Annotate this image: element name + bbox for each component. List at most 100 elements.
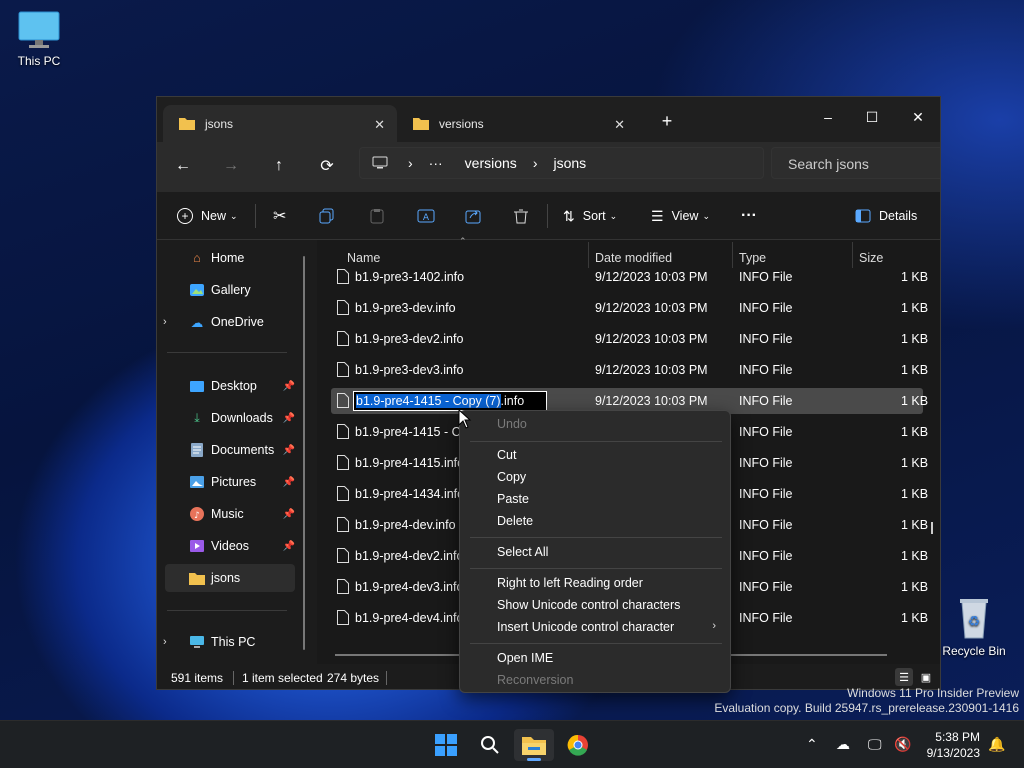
nav-item-documents[interactable]: Documents 📌 xyxy=(165,436,295,464)
menu-item-copy[interactable]: Copy xyxy=(497,470,526,484)
nav-item-jsons[interactable]: jsons xyxy=(165,564,295,592)
menu-item-show-unicode[interactable]: Show Unicode control characters xyxy=(497,598,680,612)
chevron-right-icon[interactable]: › xyxy=(163,316,167,328)
monitor-icon xyxy=(18,11,60,48)
onedrive-tray-icon[interactable]: ☁ xyxy=(836,736,850,753)
menu-item-insert-unicode[interactable]: Insert Unicode control character xyxy=(497,620,674,634)
rename-button[interactable]: A xyxy=(417,202,435,230)
toolbar-divider xyxy=(255,204,256,228)
tab-jsons[interactable]: jsons ✕ xyxy=(163,105,397,142)
nav-item-gallery[interactable]: Gallery xyxy=(165,276,295,304)
file-icon xyxy=(337,610,349,625)
file-size: 1 KB xyxy=(901,301,929,315)
status-divider xyxy=(233,671,234,685)
tiles-view-icon[interactable]: ▣ xyxy=(917,668,935,686)
breadcrumb-jsons[interactable]: jsons xyxy=(553,155,586,171)
taskbar: ⌃ ☁ 🖵 🔇 5:38 PM 9/13/2023 🔔 xyxy=(0,720,1024,768)
windows-logo-icon xyxy=(435,734,457,756)
close-tab-icon[interactable]: ✕ xyxy=(374,117,385,133)
file-size: 1 KB xyxy=(901,363,929,377)
address-bar[interactable]: › ··· versions › jsons xyxy=(359,147,764,179)
copy-button[interactable] xyxy=(319,202,335,230)
sort-button[interactable]: ⇅ Sort ⌄ xyxy=(563,202,617,230)
file-size: 1 KB xyxy=(901,518,929,532)
menu-item-reconversion[interactable]: Reconversion xyxy=(497,673,573,687)
file-type: INFO File xyxy=(739,487,793,501)
file-name: b1.9-pre4-1415 - Co xyxy=(355,425,468,439)
desktop-icon-recycle-bin[interactable]: ♻ Recycle Bin xyxy=(938,596,1010,658)
chevron-down-icon: ⌄ xyxy=(609,210,618,221)
nav-item-this-pc[interactable]: › This PC xyxy=(163,628,295,656)
minimize-button[interactable]: – xyxy=(805,103,851,131)
menu-item-undo[interactable]: Undo xyxy=(497,417,527,431)
menu-separator xyxy=(470,441,722,442)
file-size: 1 KB xyxy=(901,580,929,594)
rename-selection: b1.9-pre4-1415 - Copy (7) xyxy=(356,394,501,408)
notification-bell-icon[interactable]: 🔔 xyxy=(988,736,1005,753)
toolbar-divider xyxy=(547,204,548,228)
delete-button[interactable] xyxy=(513,202,529,230)
nav-scrollbar[interactable] xyxy=(303,256,305,650)
nav-item-pictures[interactable]: Pictures 📌 xyxy=(165,468,295,496)
more-options-button[interactable]: ··· xyxy=(741,202,757,230)
share-button[interactable] xyxy=(465,202,481,230)
breadcrumb-versions[interactable]: versions xyxy=(465,155,517,171)
volume-muted-icon[interactable]: 🔇 xyxy=(894,736,911,753)
menu-item-open-ime[interactable]: Open IME xyxy=(497,651,553,665)
rename-input[interactable]: b1.9-pre4-1415 - Copy (7).info xyxy=(353,391,547,411)
new-tab-button[interactable]: + xyxy=(644,107,690,135)
maximize-button[interactable]: ☐ xyxy=(849,103,895,131)
table-row[interactable]: b1.9-pre3-dev.info 9/12/2023 10:03 PM INFO… xyxy=(331,295,928,321)
new-button[interactable]: + New ⌄ xyxy=(177,202,238,230)
search-button[interactable] xyxy=(470,729,510,761)
view-button[interactable]: ☰ View ⌄ xyxy=(651,202,710,230)
clock[interactable]: 5:38 PM 9/13/2023 xyxy=(927,729,980,761)
file-date: 9/12/2023 10:03 PM xyxy=(595,270,708,284)
table-row[interactable]: b1.9-pre3-1402.info 9/12/2023 10:03 PM INF… xyxy=(331,264,928,290)
file-type: INFO File xyxy=(739,394,793,408)
this-pc-label: This PC xyxy=(17,54,61,68)
taskbar-chrome[interactable] xyxy=(558,729,598,761)
nav-item-downloads[interactable]: ⤓ Downloads 📌 xyxy=(165,404,295,432)
details-view-icon[interactable]: ☰ xyxy=(895,668,913,686)
cut-button[interactable]: ✂ xyxy=(273,202,286,230)
nav-item-onedrive[interactable]: › ☁ OneDrive xyxy=(163,308,295,336)
file-icon xyxy=(337,393,349,408)
menu-item-cut[interactable]: Cut xyxy=(497,448,516,462)
rename-extension: .info xyxy=(500,394,525,408)
tab-versions[interactable]: versions ✕ xyxy=(397,105,637,142)
file-name: b1.9-pre4-1415.info xyxy=(355,456,465,470)
file-type: INFO File xyxy=(739,363,793,377)
forward-button[interactable]: → xyxy=(215,152,247,180)
document-icon xyxy=(189,443,205,457)
network-icon[interactable]: 🖵 xyxy=(868,736,882,753)
menu-item-delete[interactable]: Delete xyxy=(497,514,533,528)
nav-item-home[interactable]: ⌂ Home xyxy=(165,244,295,272)
chevron-right-icon[interactable]: › xyxy=(163,636,167,648)
paste-button[interactable] xyxy=(369,202,385,230)
menu-item-select-all[interactable]: Select All xyxy=(497,545,548,559)
desktop-icon-this-pc[interactable]: This PC xyxy=(3,10,75,68)
taskbar-file-explorer[interactable] xyxy=(514,729,554,761)
refresh-button[interactable]: ⟳ xyxy=(311,152,343,180)
back-button[interactable]: ← xyxy=(167,152,199,180)
file-type: INFO File xyxy=(739,456,793,470)
close-window-button[interactable]: ✕ xyxy=(895,103,940,131)
chevron-up-icon[interactable]: ⌃ xyxy=(806,736,818,753)
file-icon xyxy=(337,517,349,532)
search-input[interactable]: Search jsons xyxy=(771,147,940,179)
breadcrumb-sep: › xyxy=(532,155,538,171)
details-button[interactable]: Details xyxy=(855,202,917,230)
breadcrumb-ellipsis[interactable]: ··· xyxy=(429,155,443,171)
table-row[interactable]: b1.9-pre3-dev2.info 9/12/2023 10:03 PM INF… xyxy=(331,326,928,352)
table-row[interactable]: b1.9-pre3-dev3.info 9/12/2023 10:03 PM INF… xyxy=(331,357,928,383)
up-button[interactable]: ↑ xyxy=(263,152,295,180)
nav-item-desktop[interactable]: Desktop 📌 xyxy=(165,372,295,400)
nav-item-music[interactable]: ♪ Music 📌 xyxy=(165,500,295,528)
nav-item-videos[interactable]: Videos 📌 xyxy=(165,532,295,560)
menu-item-rtl-reading-order[interactable]: Right to left Reading order xyxy=(497,576,643,590)
close-tab-icon[interactable]: ✕ xyxy=(614,117,625,133)
start-button[interactable] xyxy=(426,729,466,761)
menu-item-paste[interactable]: Paste xyxy=(497,492,529,506)
file-list-scrollbar[interactable] xyxy=(931,522,933,534)
